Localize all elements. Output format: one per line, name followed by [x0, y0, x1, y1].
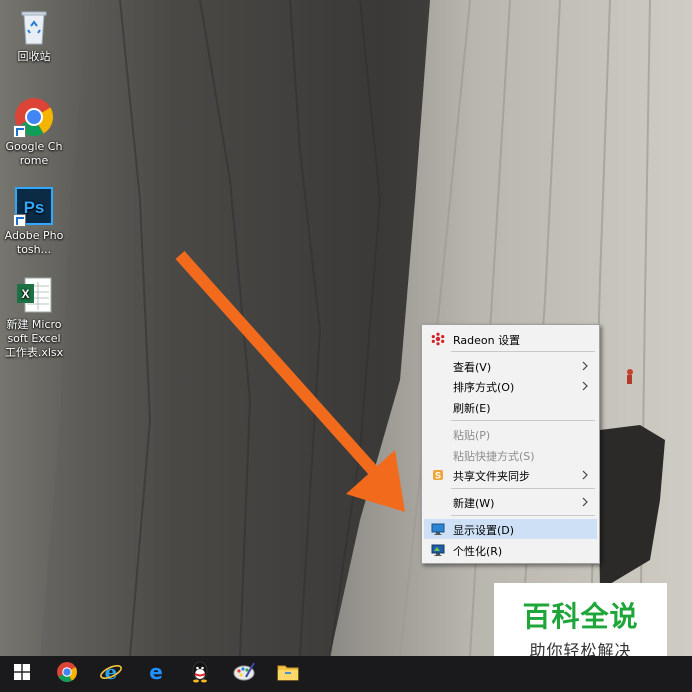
- chevron-right-icon: [579, 469, 591, 481]
- menu-item-label: 粘贴快捷方式(S): [453, 450, 535, 463]
- edge-icon: e: [145, 660, 167, 687]
- start-button[interactable]: [0, 656, 44, 692]
- menu-separator: [451, 488, 595, 489]
- menu-item-label: 共享文件夹同步: [453, 470, 530, 483]
- menu-item-sort-by[interactable]: 排序方式(O): [424, 376, 597, 396]
- menu-item-label: Radeon 设置: [453, 334, 521, 347]
- menu-item-label: 显示设置(D): [453, 524, 515, 537]
- menu-item-label: 查看(V): [453, 361, 492, 374]
- menu-item-refresh[interactable]: 刷新(E): [424, 397, 597, 417]
- menu-item-personalize[interactable]: 个性化(R): [424, 540, 597, 560]
- personalize-icon: [431, 543, 445, 557]
- svg-text:e: e: [149, 661, 163, 683]
- menu-item-new[interactable]: 新建(W): [424, 492, 597, 512]
- menu-item-display-settings[interactable]: 显示设置(D): [424, 519, 597, 539]
- taskbar-ie-button[interactable]: e: [89, 656, 133, 692]
- share-sync-icon: S: [431, 468, 445, 482]
- menu-item-view[interactable]: 查看(V): [424, 356, 597, 376]
- menu-item-paste-shortcut[interactable]: 粘贴快捷方式(S): [424, 445, 597, 465]
- svg-text:e: e: [105, 660, 118, 684]
- desktop-context-menu: Radeon 设置 查看(V) 排序方式(O) 刷新(E) 粘贴(P) 粘贴快捷…: [421, 324, 600, 564]
- menu-separator: [451, 351, 595, 352]
- menu-item-label: 排序方式(O): [453, 381, 515, 394]
- menu-item-label: 个性化(R): [453, 545, 503, 558]
- menu-item-label: 新建(W): [453, 497, 495, 510]
- svg-text:S: S: [435, 471, 441, 481]
- file-explorer-icon: [277, 662, 299, 686]
- menu-separator: [451, 515, 595, 516]
- taskbar-chrome-button[interactable]: [45, 656, 89, 692]
- paint-icon: [232, 661, 256, 687]
- taskbar-edge-button[interactable]: e: [134, 656, 178, 692]
- taskbar-qq-button[interactable]: [178, 656, 222, 692]
- chevron-right-icon: [579, 360, 591, 372]
- menu-item-radeon-settings[interactable]: Radeon 设置: [424, 329, 597, 349]
- baike-watermark: 百科全说 助你轻松解决: [494, 583, 667, 667]
- display-settings-icon: [431, 522, 445, 536]
- taskbar-paint-button[interactable]: [222, 656, 266, 692]
- menu-item-label: 刷新(E): [453, 402, 491, 415]
- radeon-icon: [431, 332, 445, 346]
- chrome-icon: [56, 661, 78, 687]
- menu-separator: [451, 420, 595, 421]
- taskbar-file-explorer-button[interactable]: [266, 656, 310, 692]
- menu-item-shared-folder-sync[interactable]: S 共享文件夹同步: [424, 465, 597, 485]
- chevron-right-icon: [579, 380, 591, 392]
- chevron-right-icon: [579, 496, 591, 508]
- qq-icon: [189, 660, 211, 688]
- internet-explorer-icon: e: [99, 660, 123, 688]
- menu-item-label: 粘贴(P): [453, 429, 491, 442]
- watermark-title: 百科全说: [522, 600, 639, 633]
- taskbar: e e: [0, 656, 692, 692]
- start-icon: [14, 664, 30, 684]
- menu-item-paste[interactable]: 粘贴(P): [424, 424, 597, 444]
